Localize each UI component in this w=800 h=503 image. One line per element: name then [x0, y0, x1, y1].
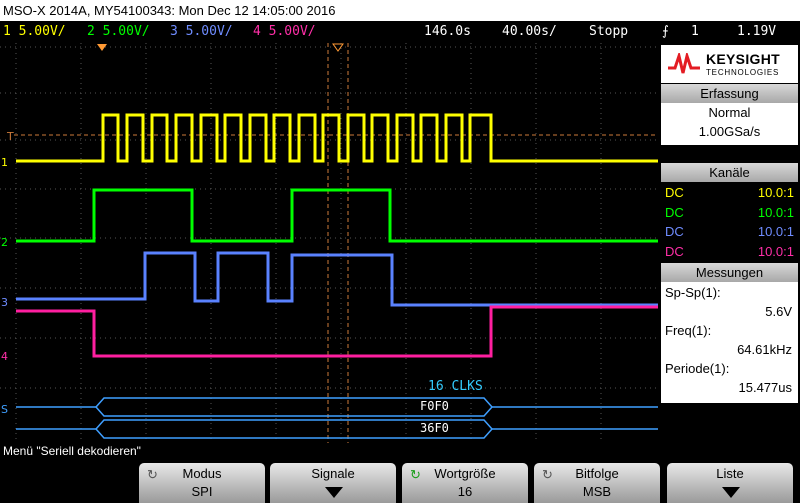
meas-label-1: Sp-Sp(1):	[665, 285, 721, 300]
trigger-level-marker[interactable]: T	[6, 130, 14, 143]
acq-mode: Normal	[708, 105, 751, 120]
channel-markers[interactable]: 1 2 3 4 S T	[1, 130, 14, 416]
meas-label-2: Freq(1):	[665, 323, 712, 338]
menu-title: Menü "Seriell dekodieren"	[0, 443, 800, 460]
softkey-bar: ↻ Modus SPI Signale ↻ Wortgröße 16 ↻ Bit…	[0, 460, 800, 503]
messungen-header[interactable]: Messungen	[661, 263, 798, 282]
run-state[interactable]: Stopp	[589, 21, 628, 43]
meas-value-1: 5.6V	[765, 304, 792, 319]
meas-value-3: 15.477us	[738, 380, 793, 395]
softkey-wortgroesse[interactable]: ↻ Wortgröße 16	[402, 463, 528, 503]
channel-status-bar: 1 5.00V/ 2 5.00V/ 3 5.00V/ 4 5.00V/ 146.…	[0, 21, 800, 43]
trigger-source[interactable]: 1	[691, 21, 699, 43]
ch1-marker[interactable]: 1	[1, 156, 8, 169]
brand-sub: TECHNOLOGIES	[706, 68, 780, 77]
meas-label-3: Periode(1):	[665, 361, 730, 376]
kanaele-header[interactable]: Kanäle	[661, 163, 798, 182]
graticule	[0, 43, 658, 443]
keysight-wave-icon	[668, 53, 700, 74]
trigger-level[interactable]: 1.19V	[737, 21, 776, 43]
ch4-scale[interactable]: 4 5.00V/	[253, 21, 316, 43]
ch2-scale[interactable]: 2 5.00V/	[87, 21, 150, 43]
channel-row-4: DC 10.0:1	[665, 244, 794, 259]
sample-rate: 1.00GSa/s	[698, 124, 761, 139]
ch4-marker[interactable]: 4	[1, 350, 8, 363]
keysight-logo: KEYSIGHT TECHNOLOGIES	[661, 45, 798, 83]
channel-row-2: DC 10.0:1	[665, 205, 794, 220]
ch1-scale[interactable]: 1 5.00V/	[3, 21, 66, 43]
kanaele-body: DC 10.0:1 DC 10.0:1 DC 10.0:1 DC 10.0:1	[661, 182, 798, 262]
horizontal-delay[interactable]: 146.0s	[424, 21, 471, 43]
ch3-marker[interactable]: 3	[1, 296, 8, 309]
right-panel: KEYSIGHT TECHNOLOGIES Erfassung Normal 1…	[659, 43, 800, 443]
channel-row-1: DC 10.0:1	[665, 185, 794, 200]
ch3-trace	[16, 251, 658, 307]
ch1-trace	[16, 113, 658, 163]
bus-word-2: 36F0	[420, 421, 449, 435]
bus-word-1: F0F0	[420, 399, 449, 413]
ch4-trace	[16, 305, 658, 358]
softkey-modus[interactable]: ↻ Modus SPI	[139, 463, 265, 503]
clk-count-label: 16 CLKS	[428, 379, 483, 394]
ch2-marker[interactable]: 2	[1, 236, 8, 249]
bus-s1-marker[interactable]: S	[1, 403, 8, 416]
timebase[interactable]: 40.00s/	[502, 21, 557, 43]
softkey-bitfolge[interactable]: ↻ Bitfolge MSB	[534, 463, 660, 503]
submenu-arrow-icon	[325, 487, 343, 498]
channel-row-3: DC 10.0:1	[665, 224, 794, 239]
bus-decode	[16, 397, 658, 439]
trigger-edge-icon: ⨍	[662, 24, 669, 39]
submenu-arrow-icon	[722, 487, 740, 498]
erfassung-body: Normal 1.00GSa/s	[661, 103, 798, 145]
messungen-body: Sp-Sp(1): 5.6V Freq(1): 64.61kHz Periode…	[661, 282, 798, 403]
waveform-canvas: 1 2 3 4 S T	[0, 43, 658, 443]
meas-value-2: 64.61kHz	[737, 342, 792, 357]
ch2-trace	[16, 188, 658, 243]
softkey-signale[interactable]: Signale	[270, 463, 396, 503]
erfassung-header[interactable]: Erfassung	[661, 84, 798, 103]
brand-name: KEYSIGHT	[706, 51, 780, 67]
title-bar: MSO-X 2014A, MY54100343: Mon Dec 12 14:0…	[0, 0, 800, 21]
time-reference-marker	[332, 43, 344, 52]
softkey-liste[interactable]: Liste	[667, 463, 793, 503]
ch3-scale[interactable]: 3 5.00V/	[170, 21, 233, 43]
waveform-display[interactable]: 1 2 3 4 S T 16 CLKS F0F0 36F0	[0, 43, 658, 443]
